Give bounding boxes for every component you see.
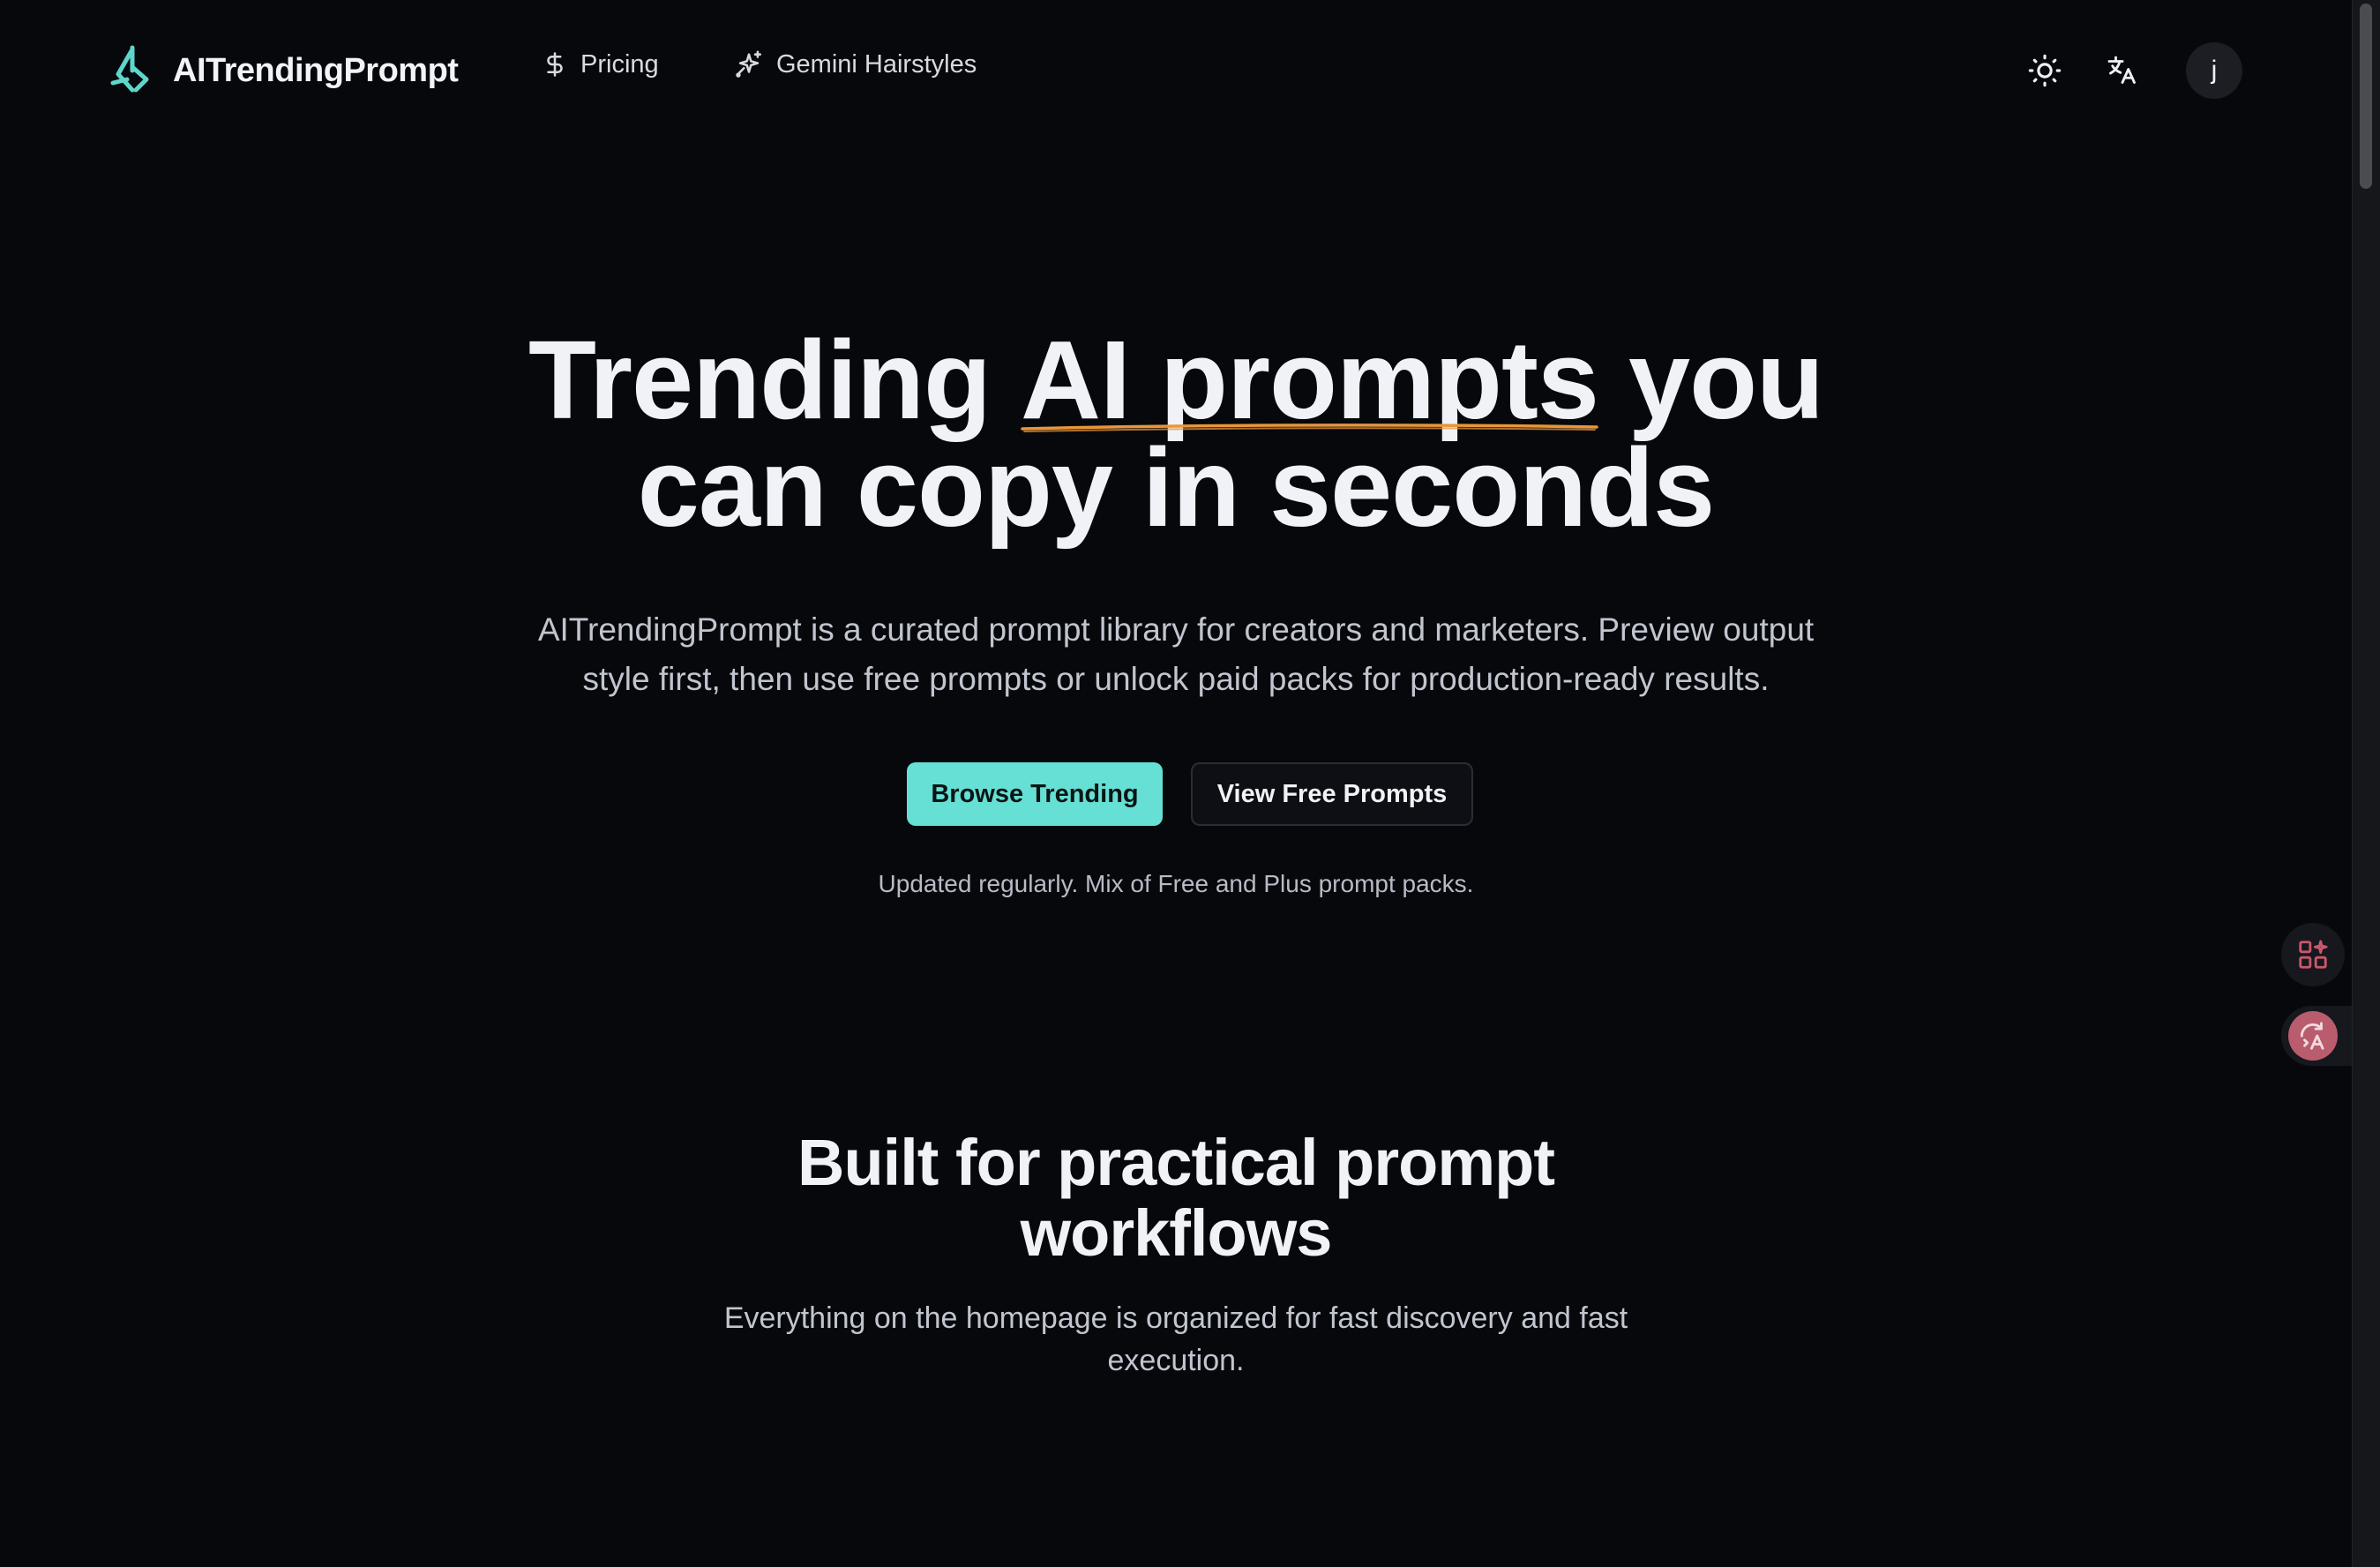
nav-pricing-label: Pricing (580, 49, 659, 79)
brand-name: AITrendingPrompt (173, 51, 459, 89)
brand-logo-icon (110, 45, 149, 93)
user-avatar[interactable]: j (2186, 42, 2242, 99)
highlight-underline (1021, 424, 1598, 432)
dollar-icon (547, 52, 563, 77)
features-subtitle: Everything on the homepage is organized … (0, 1297, 2352, 1382)
scrollbar-thumb[interactable] (2360, 4, 2372, 189)
top-navigation: AITrendingPrompt Pricing Gemini Hairstyl… (0, 0, 2352, 141)
hero-title-highlight: AI prompts (1021, 325, 1599, 436)
nav-gemini-label: Gemini Hairstyles (776, 49, 977, 79)
sun-icon (2028, 54, 2062, 87)
features-subtitle-line: execution. (1107, 1344, 1245, 1377)
sparkles-icon (736, 50, 762, 78)
translate-icon (2107, 56, 2136, 84)
hero-note: Updated regularly. Mix of Free and Plus … (878, 870, 1474, 897)
nav-pricing-link[interactable]: Pricing (542, 49, 659, 79)
hero-subtitle: AITrendingPrompt is a curated prompt lib… (0, 605, 2352, 704)
hero-subtitle-line: AITrendingPrompt is a curated prompt lib… (537, 611, 1815, 648)
avatar-initial: j (2211, 56, 2218, 85)
translate-bubble-icon (2300, 1022, 2324, 1050)
theme-toggle-button[interactable] (2017, 42, 2073, 99)
side-apps-widget[interactable] (2281, 923, 2345, 986)
hero-title: Trending AI prompts you can copy in seco… (0, 325, 2352, 544)
features-title-line: Built for practical prompt (797, 1126, 1555, 1199)
browse-trending-button[interactable]: Browse Trending (907, 762, 1163, 826)
hero-title-part: Trending (528, 318, 1021, 442)
features-title-line: workflows (1020, 1196, 1333, 1270)
apps-sparkle-icon (2299, 940, 2328, 969)
page: AITrendingPrompt Pricing Gemini Hairstyl… (0, 0, 2380, 1567)
nav-gemini-hairstyles-link[interactable]: Gemini Hairstyles (734, 49, 977, 79)
hero-title-line2: can copy in seconds (637, 425, 1715, 550)
features-title: Built for practical prompt workflows (0, 1128, 2352, 1269)
language-button[interactable] (2094, 42, 2151, 99)
hero-title-part: you (1598, 318, 1824, 442)
hero-subtitle-line: style first, then use free prompts or un… (582, 661, 1770, 697)
translate-bubble (2288, 1011, 2338, 1061)
features-subtitle-line: Everything on the homepage is organized … (723, 1301, 1628, 1335)
side-translate-widget[interactable] (2281, 1006, 2352, 1066)
brand-link[interactable]: AITrendingPrompt (109, 44, 459, 97)
view-free-prompts-button[interactable]: View Free Prompts (1191, 762, 1473, 826)
page-scrollbar[interactable] (2352, 0, 2380, 1567)
